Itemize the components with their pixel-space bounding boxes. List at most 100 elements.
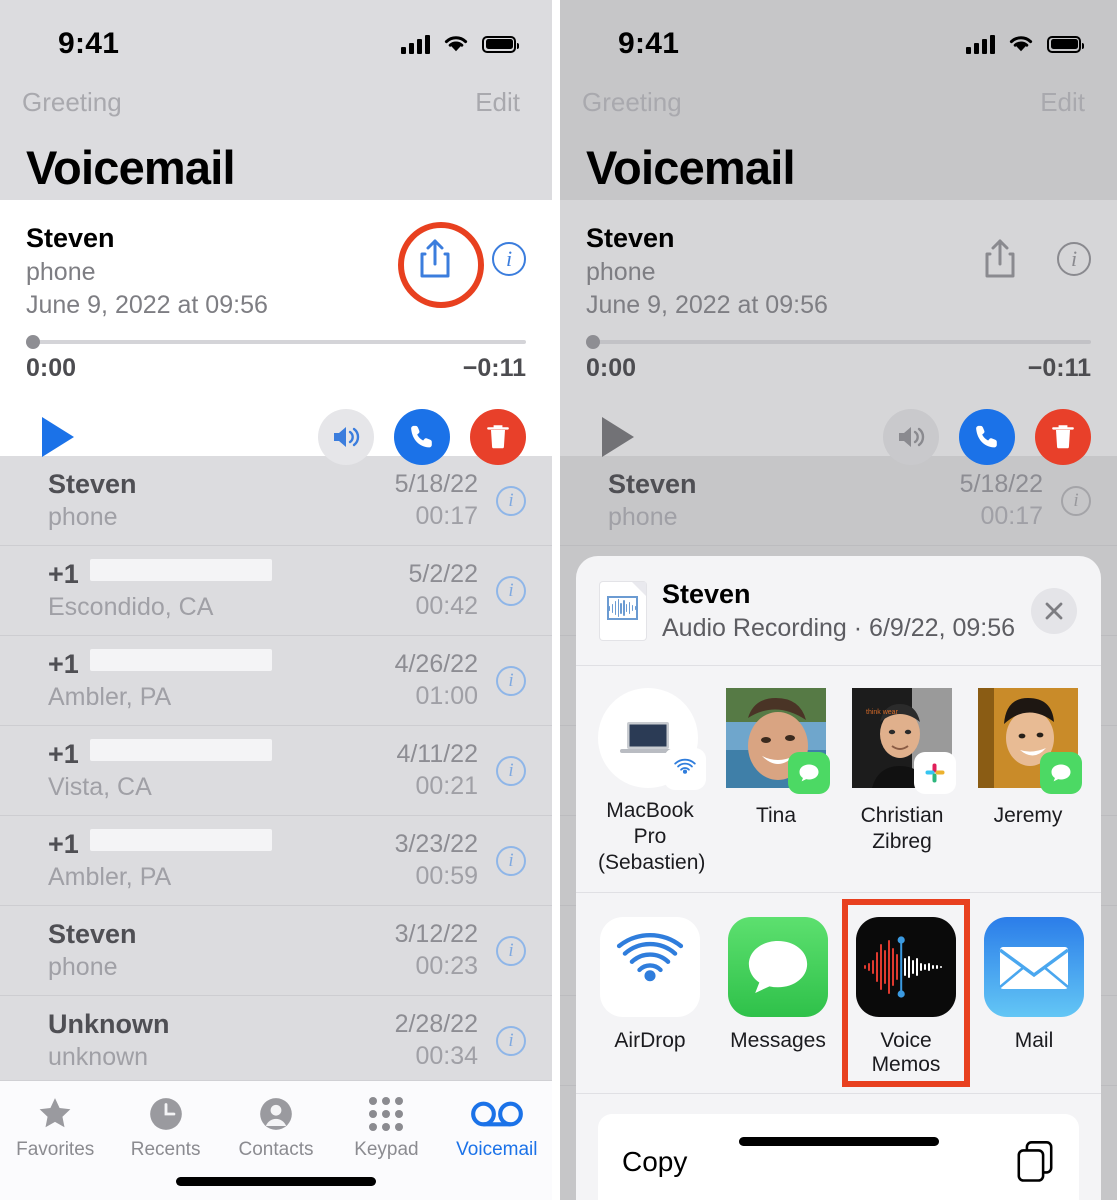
voicemail-date: 5/18/22 [394, 470, 478, 498]
tab-favorites[interactable]: Favorites [0, 1095, 110, 1161]
voicemail-row[interactable]: +1Vista, CA4/11/2200:21i [0, 726, 552, 816]
copy-icon [1017, 1141, 1053, 1182]
tab-recents[interactable]: Recents [110, 1095, 220, 1161]
info-icon[interactable]: i [496, 485, 526, 516]
share-contact-macbook[interactable]: MacBook Pro (Sebastien) [598, 687, 706, 876]
share-contact-tina[interactable]: Tina [724, 687, 830, 876]
greeting-button[interactable]: Greeting [22, 87, 122, 118]
share-button[interactable] [398, 222, 484, 308]
scrubber-knob[interactable] [586, 334, 600, 349]
close-button[interactable] [1031, 588, 1077, 635]
voicemail-row-right: 5/18/22 00:17 [395, 469, 478, 532]
tab-voicemail[interactable]: Voicemail [442, 1095, 552, 1161]
voicemail-caller-sub: Ambler, PA [48, 682, 172, 711]
info-icon[interactable]: i [496, 755, 526, 786]
phone-call-icon [411, 425, 432, 448]
voicemail-row[interactable]: +1Ambler, PA4/26/2201:00i [0, 636, 552, 726]
playback-scrubber[interactable]: 0:00 −0:11 [26, 334, 526, 383]
airdrop-icon [600, 916, 700, 1017]
phone-call-icon [976, 425, 997, 448]
voicemail-row-right: 2/28/22 00:34 [395, 1009, 478, 1072]
scrubber-track[interactable] [586, 334, 1091, 349]
info-icon[interactable]: i [492, 242, 526, 276]
info-icon[interactable]: i [496, 665, 526, 696]
contact-label: MacBook Pro (Sebastien) [598, 798, 706, 874]
voicemail-duration: 00:42 [415, 591, 478, 620]
home-indicator [738, 1137, 939, 1146]
voicemail-row[interactable]: Steven phone 3/12/22 00:23 i [0, 906, 552, 996]
voicemail-duration: 00:59 [415, 861, 478, 890]
share-app-mail[interactable]: Mail [982, 916, 1086, 1077]
voicemail-row-left: +1Ambler, PA [48, 648, 395, 713]
voicemail-row-left: Steven phone [608, 468, 960, 533]
voicemail-row-left: Unknown unknown [48, 1008, 395, 1073]
scrubber-knob[interactable] [26, 334, 40, 349]
speaker-icon [334, 426, 360, 447]
voicemail-row[interactable]: Steven phone 5/18/22 00:17 i [560, 456, 1117, 546]
left-phone-panel: 9:41 Greeting Edit Voicemail Steven phon… [0, 0, 552, 1200]
detail-caller-label: phone [586, 257, 656, 286]
edit-button[interactable]: Edit [1040, 87, 1085, 118]
info-icon[interactable]: i [496, 1025, 526, 1056]
share-app-voice-memos[interactable]: Voice Memos [842, 898, 970, 1087]
detail-header: Steven phone June 9, 2022 at 09:56 i [26, 222, 526, 322]
voicemail-row[interactable]: +1Escondido, CA5/2/2200:42i [0, 546, 552, 636]
info-icon[interactable]: i [496, 935, 526, 966]
tab-keypad[interactable]: Keypad [331, 1095, 441, 1161]
status-clock: 9:41 [618, 27, 680, 60]
scrubber-track[interactable] [26, 334, 526, 349]
right-phone-panel: 9:41 Greeting Edit Voicemail Steven phon… [560, 0, 1117, 1200]
redacted-phone-number [90, 558, 272, 581]
wifi-icon [1009, 36, 1033, 52]
status-icons [966, 34, 1084, 54]
app-label: AirDrop [614, 1028, 686, 1052]
clock-icon [149, 1098, 182, 1130]
voicemail-row-left: +1Ambler, PA [48, 828, 395, 893]
voicemail-duration: 00:21 [415, 771, 478, 800]
avatar-wrap [598, 687, 706, 790]
app-label: Messages [730, 1028, 826, 1052]
status-bar: 9:41 [0, 0, 552, 74]
info-icon[interactable]: i [496, 575, 526, 606]
star-icon [39, 1098, 71, 1128]
greeting-button[interactable]: Greeting [582, 87, 682, 118]
playback-times: 0:00 −0:11 [586, 354, 1091, 383]
contact-label: Jeremy [993, 803, 1063, 827]
share-contact-christian[interactable]: think wear Chr [850, 687, 956, 876]
action-copy[interactable]: Copy [598, 1114, 1079, 1200]
waveform-thumbnail [607, 596, 638, 621]
info-icon[interactable]: i [1057, 242, 1091, 276]
airdrop-glyph [616, 932, 684, 982]
voicemail-row[interactable]: Steven phone 5/18/22 00:17 i [0, 456, 552, 546]
voicemail-row[interactable]: Unknown unknown 2/28/22 00:34 i [0, 996, 552, 1086]
info-icon[interactable]: i [496, 845, 526, 876]
play-icon[interactable] [602, 416, 634, 457]
tab-contacts[interactable]: Contacts [221, 1095, 331, 1161]
tab-label: Recents [130, 1139, 201, 1160]
battery-icon [1047, 35, 1084, 53]
share-apps-row: AirDrop Messages Voice Memos Mail [576, 893, 1101, 1094]
redacted-phone-number [90, 648, 272, 671]
edit-button[interactable]: Edit [475, 87, 520, 118]
play-icon[interactable] [42, 416, 74, 457]
share-contact-jeremy[interactable]: Jeremy [976, 687, 1082, 876]
share-icon [420, 239, 450, 278]
voicemail-caller-sub: Escondido, CA [48, 592, 214, 621]
share-app-airdrop[interactable]: AirDrop [598, 916, 702, 1077]
slack-badge-icon [914, 751, 956, 794]
messages-icon [1051, 764, 1071, 782]
detail-action-icons: i [398, 222, 526, 308]
tab-label: Contacts [238, 1139, 314, 1160]
share-button[interactable] [969, 228, 1031, 290]
voicemail-detail-card-right: Steven phone June 9, 2022 at 09:56 i 0:0… [560, 200, 1117, 465]
voicemail-caller-name: Steven [48, 468, 137, 499]
elapsed-time: 0:00 [26, 353, 77, 382]
share-file-meta: Steven Audio Recording · 6/9/22, 09:56 [662, 578, 1015, 645]
info-icon[interactable]: i [1061, 485, 1091, 516]
share-app-messages[interactable]: Messages [726, 916, 830, 1077]
voicemail-duration: 00:17 [415, 501, 478, 530]
remaining-time: −0:11 [1027, 353, 1091, 382]
share-sheet: Steven Audio Recording · 6/9/22, 09:56 M… [576, 556, 1101, 1200]
voicemail-row[interactable]: +1Ambler, PA3/23/2200:59i [0, 816, 552, 906]
playback-scrubber[interactable]: 0:00 −0:11 [586, 334, 1091, 383]
